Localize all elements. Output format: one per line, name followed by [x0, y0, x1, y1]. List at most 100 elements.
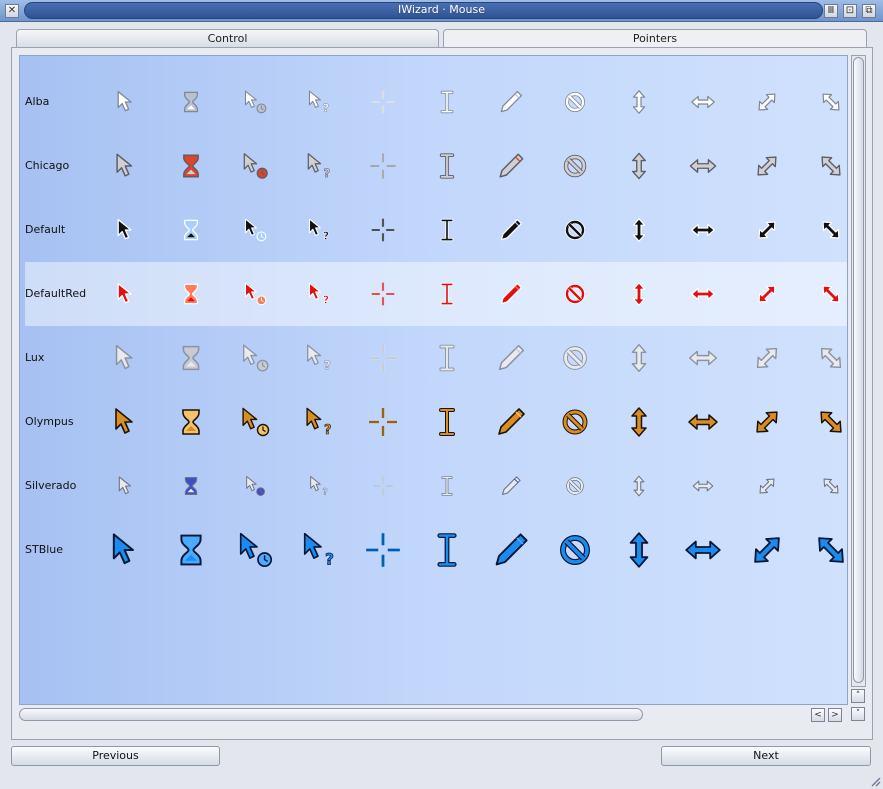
diagonal-resize-2-pointer-icon-graphic: [821, 156, 841, 176]
iconify-button[interactable]: Ⅲ: [824, 4, 838, 18]
vertical-resize-pointer-icon: [621, 212, 657, 248]
vertical-resize-pointer-icon: [621, 148, 657, 184]
horizontal-resize-pointer-icon: [685, 84, 721, 120]
diagonal-resize-2-pointer-icon-graphic: [820, 347, 842, 369]
close-button[interactable]: ✕: [5, 4, 19, 18]
normal-pointer-icon: [109, 212, 145, 248]
diagonal-resize-2-pointer-icon-graphic: [822, 93, 840, 111]
text-pointer-icon-graphic: [441, 476, 453, 496]
text-pointer-icon-graphic: [439, 153, 455, 179]
theme-row-chicago[interactable]: Chicago?: [25, 134, 847, 198]
busy-pointer-icon-graphic: [183, 154, 199, 178]
normal-pointer-icon-graphic: [116, 153, 133, 177]
vertical-scroll-track[interactable]: [851, 55, 866, 687]
precision-pointer-icon-graphic: [371, 90, 395, 114]
pen-pointer-icon-graphic: [498, 408, 525, 435]
pen-pointer-icon: [493, 340, 529, 376]
vertical-scroll-thumb[interactable]: [853, 57, 864, 683]
help-pointer-icon-graphic: ?: [308, 282, 329, 307]
working-pointer-icon: [237, 468, 273, 504]
vertical-resize-pointer-icon-graphic: [632, 152, 646, 180]
theme-row-silverado[interactable]: Silverado?: [25, 454, 847, 518]
vertical-resize-pointer-icon: [621, 276, 657, 312]
vertical-resize-pointer-icon: [621, 340, 657, 376]
precision-pointer-icon-graphic: [371, 282, 395, 306]
unavailable-pointer-icon-graphic: [566, 477, 584, 495]
horizontal-resize-pointer-icon-graphic: [691, 287, 715, 301]
working-pointer-icon: [237, 532, 273, 568]
help-pointer-icon: ?: [301, 276, 337, 312]
working-pointer-icon-graphic: [244, 218, 267, 242]
next-button[interactable]: Next: [661, 746, 871, 766]
depth-button[interactable]: ⧉: [862, 4, 876, 18]
precision-pointer-icon-graphic: [369, 344, 397, 372]
diagonal-resize-2-pointer-icon: [813, 276, 847, 312]
scroll-up-button[interactable]: ˄: [851, 689, 865, 703]
theme-name: Lux: [25, 351, 45, 364]
busy-pointer-icon: [173, 532, 209, 568]
unavailable-pointer-icon-graphic: [565, 220, 586, 241]
window-content: Control Pointers Alba? Chicago? Default? De…: [0, 22, 883, 789]
svg-text:?: ?: [323, 295, 329, 307]
theme-name: Silverado: [25, 479, 77, 492]
diagonal-resize-2-pointer-icon: [813, 404, 847, 440]
precision-pointer-icon: [365, 212, 401, 248]
unavailable-pointer-icon-graphic: [565, 92, 586, 113]
vertical-scrollbar[interactable]: ˄ ˅: [851, 55, 866, 742]
theme-row-alba[interactable]: Alba?: [25, 70, 847, 134]
vertical-resize-pointer-icon-graphic: [632, 90, 646, 114]
close-icon: ✕: [7, 5, 17, 16]
horizontal-resize-pointer-icon-graphic: [691, 223, 715, 237]
working-pointer-icon-graphic: [244, 282, 267, 306]
unavailable-pointer-icon: [557, 532, 593, 568]
precision-pointer-icon: [365, 404, 401, 440]
theme-row-olympus[interactable]: Olympus?: [25, 390, 847, 454]
vertical-resize-pointer-icon-graphic: [633, 475, 645, 497]
chevron-left-icon: <: [814, 710, 822, 720]
help-pointer-icon: ?: [301, 84, 337, 120]
tab-pointers[interactable]: Pointers: [443, 29, 867, 47]
theme-name: Olympus: [25, 415, 74, 428]
chevron-up-icon: ˄: [855, 691, 861, 701]
normal-pointer-icon: [109, 468, 145, 504]
normal-pointer-icon: [109, 148, 145, 184]
pointer-theme-list[interactable]: Alba? Chicago? Default? DefaultRed? Lux? Olym…: [19, 55, 848, 705]
chevron-right-icon: >: [831, 710, 839, 720]
unavailable-pointer-icon-graphic: [560, 535, 591, 566]
theme-row-defaultred[interactable]: DefaultRed?: [25, 262, 847, 326]
text-pointer-icon: [429, 148, 465, 184]
diagonal-resize-2-pointer-icon: [813, 84, 847, 120]
previous-button[interactable]: Previous: [11, 746, 220, 766]
precision-pointer-icon-graphic: [370, 153, 396, 179]
theme-row-lux[interactable]: Lux?: [25, 326, 847, 390]
working-pointer-icon-graphic: [244, 90, 267, 114]
precision-pointer-icon: [365, 276, 401, 312]
diagonal-resize-1-pointer-icon: [749, 468, 785, 504]
working-pointer-icon: [237, 148, 273, 184]
busy-pointer-icon-graphic: [184, 477, 198, 495]
vertical-resize-pointer-icon-graphic: [631, 407, 647, 437]
pen-pointer-icon-graphic: [500, 218, 523, 241]
scroll-left-button[interactable]: <: [811, 708, 825, 722]
unavailable-pointer-icon: [557, 148, 593, 184]
diagonal-resize-1-pointer-icon-graphic: [757, 156, 777, 176]
horizontal-scrollbar[interactable]: < >: [19, 707, 844, 722]
text-pointer-icon-graphic: [439, 344, 455, 372]
horizontal-resize-pointer-icon: [685, 340, 721, 376]
help-pointer-icon: ?: [301, 212, 337, 248]
tab-control[interactable]: Control: [16, 29, 439, 47]
title-bar[interactable]: ✕ IWizard · Mouse Ⅲ ⊡ ⧉: [0, 0, 883, 22]
resize-grip-icon[interactable]: [869, 775, 881, 787]
vertical-resize-pointer-icon-graphic: [631, 343, 647, 373]
scroll-down-button[interactable]: ˅: [851, 707, 865, 721]
diagonal-resize-1-pointer-icon-graphic: [756, 411, 778, 433]
theme-row-stblue[interactable]: STBlue?: [25, 518, 847, 582]
help-pointer-icon: ?: [301, 340, 337, 376]
text-pointer-icon: [429, 532, 465, 568]
scroll-right-button[interactable]: >: [828, 708, 842, 722]
horizontal-scroll-thumb[interactable]: [19, 708, 643, 721]
horizontal-resize-pointer-icon-graphic: [692, 480, 714, 492]
vertical-resize-pointer-icon: [621, 84, 657, 120]
zoom-button[interactable]: ⊡: [843, 4, 857, 18]
theme-row-default[interactable]: Default?: [25, 198, 847, 262]
